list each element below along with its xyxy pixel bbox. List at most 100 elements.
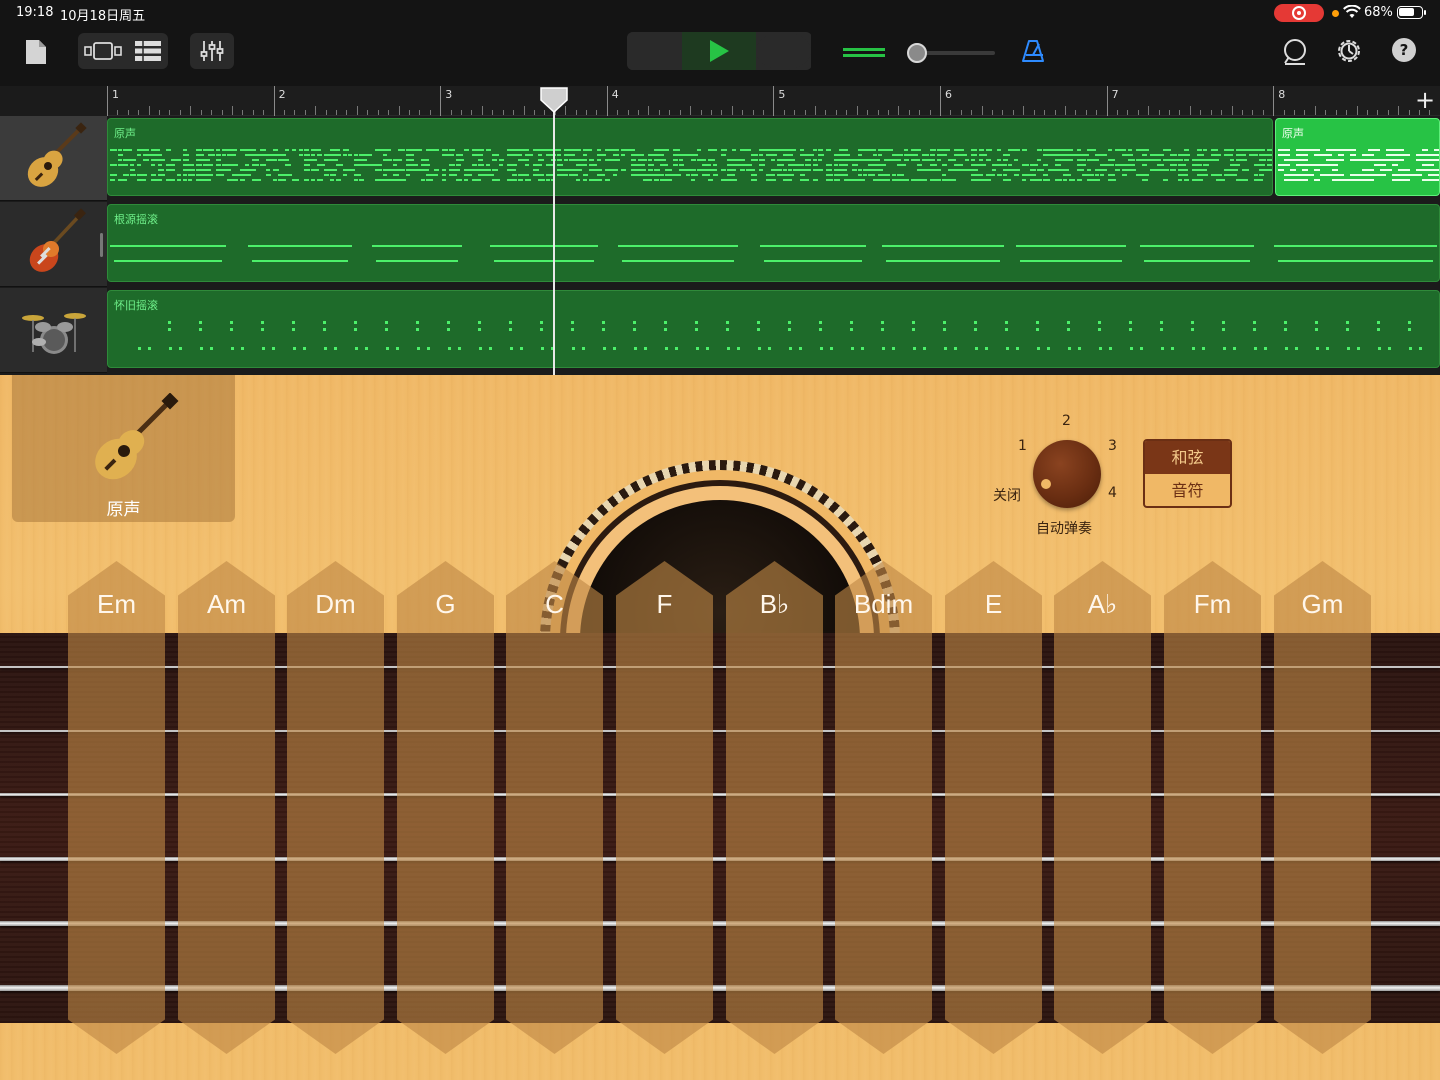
add-section-button[interactable]: +: [1412, 88, 1438, 114]
help-button[interactable]: ?: [1392, 38, 1416, 62]
region-drums[interactable]: 怀旧摇滚: [107, 290, 1440, 368]
transport-controls: [627, 32, 812, 70]
ruler-bar-marker: 7: [1106, 86, 1119, 116]
ruler-bar-marker: 8: [1273, 86, 1285, 116]
status-time: 19:18: [16, 5, 54, 20]
battery-percentage: 68%: [1364, 5, 1393, 20]
autoplay-position-3[interactable]: 3: [1108, 438, 1117, 454]
help-icon: ?: [1399, 41, 1409, 59]
chord-strip[interactable]: Dm: [287, 561, 384, 1054]
loop-icon: [1284, 39, 1306, 65]
mic-indicator-dot: [1332, 10, 1339, 17]
metronome-icon: [1022, 40, 1044, 62]
chord-strip[interactable]: Bdim: [835, 561, 932, 1054]
chord-label: Am: [207, 589, 246, 619]
track-header-acoustic[interactable]: [0, 116, 107, 201]
wifi-icon: [1343, 5, 1361, 18]
settings-button[interactable]: [1334, 36, 1364, 66]
chord-label: F: [656, 589, 673, 619]
chord-label: E: [984, 589, 1003, 619]
metronome-button[interactable]: [1018, 36, 1048, 66]
play-button[interactable]: [682, 32, 756, 70]
ruler-bar-marker: 5: [773, 86, 785, 116]
autoplay-position-1[interactable]: 1: [1018, 438, 1027, 454]
track-header-resize-handle[interactable]: [100, 233, 103, 257]
tracks-view-icon[interactable]: [84, 41, 124, 61]
chord-strip[interactable]: E: [945, 561, 1042, 1054]
battery-icon: [1397, 6, 1426, 19]
chord-strip[interactable]: F: [616, 561, 713, 1054]
chord-label: Fm: [1193, 589, 1232, 619]
track-headers: [0, 116, 107, 375]
acoustic-guitar-icon: [95, 393, 179, 480]
stop-button[interactable]: [627, 32, 682, 70]
ruler-bar-marker: 3: [440, 86, 452, 116]
record-icon: [756, 32, 811, 70]
play-icon: [710, 40, 729, 62]
chord-strip[interactable]: Am: [178, 561, 275, 1054]
chord-strip[interactable]: C: [506, 561, 603, 1054]
playhead-handle[interactable]: [538, 86, 570, 114]
loop-browser-button[interactable]: [1279, 36, 1311, 68]
status-date: 10月18日周五: [60, 9, 146, 24]
chord-label: Gm: [1301, 589, 1344, 619]
chord-strip[interactable]: B♭: [726, 561, 823, 1054]
region-notes: [110, 149, 1272, 181]
track-lane-drums: 怀旧摇滚: [107, 288, 1440, 372]
ruler-bar-marker: 4: [606, 86, 619, 116]
chord-strip[interactable]: A♭: [1054, 561, 1151, 1054]
autoplay-position-4[interactable]: 4: [1108, 485, 1117, 501]
region-notes: [1278, 149, 1439, 181]
chord-label: Dm: [315, 589, 356, 619]
chord-label: C: [545, 589, 564, 619]
chord-strip[interactable]: Fm: [1164, 561, 1261, 1054]
chord-label: B♭: [759, 589, 790, 619]
list-view-icon[interactable]: [134, 40, 162, 62]
record-button[interactable]: [756, 32, 811, 70]
tracks-area: 12345678 + 原声 原声 根源摇滚 怀旧摇滚: [0, 86, 1440, 375]
acoustic-guitar-icon: [27, 122, 87, 187]
timeline-ruler[interactable]: 1 2 3 4 5 6 7 8: [107, 86, 1440, 116]
chord-strip[interactable]: G: [397, 561, 494, 1054]
chords-mode-button[interactable]: 和弦: [1145, 441, 1230, 474]
screen-recording-indicator[interactable]: [1274, 4, 1324, 22]
autoplay-label: 自动弹奏: [1036, 521, 1092, 537]
electric-guitar-icon: [29, 208, 86, 272]
region-acoustic-1[interactable]: 原声: [107, 118, 1273, 196]
autoplay-off-label[interactable]: 关闭: [993, 485, 1021, 505]
region-electric[interactable]: 根源摇滚: [107, 204, 1440, 282]
chord-label: Bdim: [853, 589, 914, 619]
chord-label: G: [435, 589, 456, 619]
smart-guitar: 原声 2 1 3 关闭 4 自动弹奏 和弦 音符 Em Am Dm G C F B♭ Bdim…: [0, 375, 1440, 1080]
track-lane-electric: 根源摇滚: [107, 202, 1440, 286]
ruler-bar-marker: 2: [273, 86, 286, 116]
chord-strip[interactable]: Em: [68, 561, 165, 1054]
view-toggle[interactable]: [78, 33, 168, 69]
instrument-name: 原声: [106, 500, 141, 520]
region-notes: [138, 321, 1422, 350]
chords-notes-switch: 和弦 音符: [1143, 439, 1232, 508]
notes-mode-button[interactable]: 音符: [1145, 474, 1230, 506]
autoplay-knob[interactable]: [1033, 440, 1101, 508]
document-icon: [26, 40, 46, 64]
chord-label: A♭: [1087, 589, 1118, 619]
region-acoustic-2[interactable]: 原声: [1275, 118, 1440, 196]
region-notes: [110, 245, 1437, 262]
chord-label: Em: [97, 589, 136, 619]
stop-icon: [627, 32, 682, 70]
track-header-electric[interactable]: [0, 202, 107, 287]
track-lane-acoustic: 原声 原声: [107, 116, 1440, 200]
track-header-drums[interactable]: [0, 288, 107, 373]
settings-icon: [1338, 40, 1360, 62]
master-volume-slider[interactable]: [905, 43, 995, 63]
mixer-button[interactable]: [190, 33, 234, 69]
playhead[interactable]: [553, 104, 555, 375]
status-bar: 19:18 10月18日周五 68%: [0, 0, 1440, 26]
chord-strip[interactable]: Gm: [1274, 561, 1371, 1054]
my-songs-button[interactable]: [20, 34, 52, 70]
volume-slider-thumb[interactable]: [907, 43, 927, 63]
autoplay-position-2[interactable]: 2: [1062, 413, 1071, 429]
mixer-icon: [200, 41, 224, 61]
ruler-bar-marker: 6: [940, 86, 952, 116]
instrument-selector[interactable]: 原声: [12, 375, 235, 522]
